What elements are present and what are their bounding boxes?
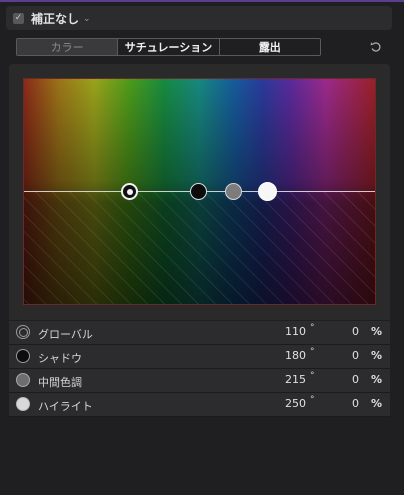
shadow-puck[interactable] xyxy=(190,183,207,200)
saturation-board[interactable] xyxy=(23,78,376,305)
correction-title: 補正なし xyxy=(31,11,80,26)
percent-symbol: % xyxy=(371,373,383,386)
midtones-icon xyxy=(16,373,30,387)
correction-enable-checkbox[interactable]: ✓ xyxy=(13,12,24,24)
row-label: ハイライト xyxy=(38,400,93,413)
tab-color[interactable]: カラー xyxy=(17,39,118,55)
row-shadow[interactable]: シャドウ 180 ° 0 % xyxy=(9,345,390,369)
percent-value[interactable]: 0 xyxy=(352,325,359,338)
percent-value[interactable]: 0 xyxy=(352,373,359,386)
shadow-icon xyxy=(16,349,30,363)
percent-value[interactable]: 0 xyxy=(352,349,359,362)
reset-icon[interactable] xyxy=(368,38,384,56)
global-icon xyxy=(16,325,30,339)
tab-saturation[interactable]: サチュレーション xyxy=(117,39,218,55)
angle-value[interactable]: 215 xyxy=(285,373,306,386)
correction-header[interactable]: ✓ 補正なし ⌄ xyxy=(6,6,392,30)
highlights-icon xyxy=(16,397,30,411)
tab-exposure[interactable]: 露出 xyxy=(218,39,320,55)
angle-value[interactable]: 250 xyxy=(285,397,306,410)
row-highlights[interactable]: ハイライト 250 ° 0 % xyxy=(9,393,390,417)
degree-symbol: ° xyxy=(310,347,315,357)
row-label: グローバル xyxy=(38,328,93,341)
row-global[interactable]: グローバル 110 ° 0 % xyxy=(9,321,390,345)
degree-symbol: ° xyxy=(310,371,315,381)
row-label: 中間色調 xyxy=(38,376,82,389)
chevron-down-icon[interactable]: ⌄ xyxy=(83,14,91,24)
global-puck[interactable] xyxy=(121,183,138,200)
percent-symbol: % xyxy=(371,349,383,362)
angle-value[interactable]: 110 xyxy=(285,325,306,338)
row-midtones[interactable]: 中間色調 215 ° 0 % xyxy=(9,369,390,393)
degree-symbol: ° xyxy=(310,323,315,333)
color-board-tabs: カラー サチュレーション 露出 xyxy=(16,38,321,56)
percent-symbol: % xyxy=(371,397,383,410)
puck-values-list: グローバル 110 ° 0 % シャドウ 180 ° 0 % 中間色調 215 … xyxy=(9,321,390,421)
row-label: シャドウ xyxy=(38,352,82,365)
midtones-puck[interactable] xyxy=(225,183,242,200)
angle-value[interactable]: 180 xyxy=(285,349,306,362)
percent-symbol: % xyxy=(371,325,383,338)
highlights-puck[interactable] xyxy=(258,182,277,201)
degree-symbol: ° xyxy=(310,395,315,405)
percent-value[interactable]: 0 xyxy=(352,397,359,410)
